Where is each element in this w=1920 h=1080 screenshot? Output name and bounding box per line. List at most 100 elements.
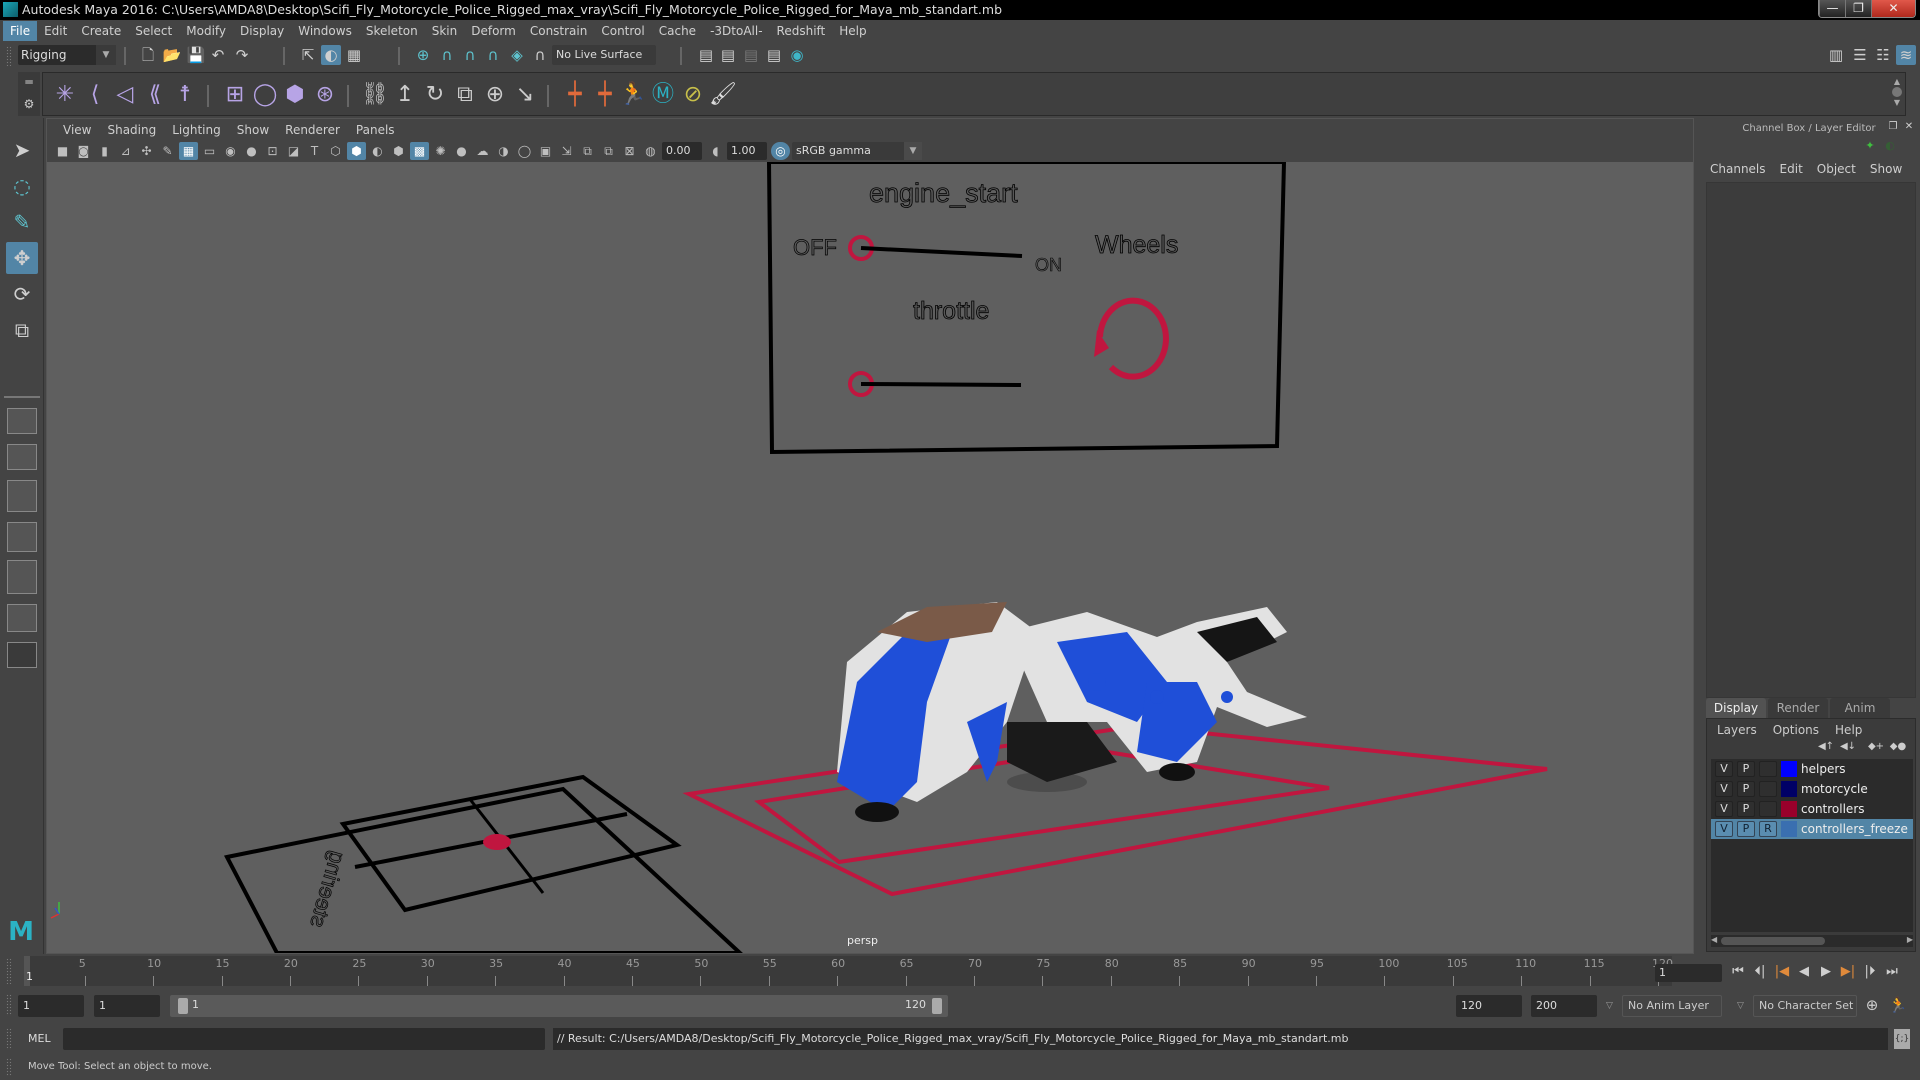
sync-icon[interactable]: ◐: [1882, 138, 1898, 154]
attribute-editor-icon[interactable]: ☰: [1850, 45, 1870, 65]
safe-title-icon[interactable]: T: [305, 142, 324, 160]
camera-attributes-icon[interactable]: ◙: [74, 142, 93, 160]
live-surface-field[interactable]: No Live Surface: [552, 45, 656, 65]
float-panel-icon[interactable]: ❐: [1886, 120, 1900, 134]
xray-components-icon[interactable]: ⊠: [620, 142, 639, 160]
axis-toggle-icon[interactable]: ✦: [1862, 138, 1878, 154]
resolution-gate-icon[interactable]: ◉: [221, 142, 240, 160]
3d-scene-view[interactable]: engine_start OFF ON throttle Wheels stee…: [47, 162, 1693, 953]
aim-constraint-icon[interactable]: ⊕: [481, 81, 509, 109]
cb-menu-object[interactable]: Object: [1817, 162, 1856, 176]
ik-handle-icon[interactable]: ⟪: [141, 81, 169, 109]
panel-menu-show[interactable]: Show: [229, 123, 277, 137]
isolate-select-icon[interactable]: ⇲: [557, 142, 576, 160]
step-forward-frame-button[interactable]: |⏵: [1859, 962, 1881, 982]
animation-start-field[interactable]: 1: [18, 995, 84, 1017]
select-camera-icon[interactable]: ■: [53, 142, 72, 160]
parent-constraint-icon[interactable]: ⛓: [361, 81, 389, 109]
gamma-icon[interactable]: ◖: [706, 142, 725, 160]
panel-menu-lighting[interactable]: Lighting: [164, 123, 229, 137]
hypershade-icon[interactable]: ◉: [787, 45, 807, 65]
layer-menu-layers[interactable]: Layers: [1717, 723, 1757, 737]
move-layer-down-icon[interactable]: ◀↓: [1839, 739, 1857, 755]
gate-mask-icon[interactable]: ●: [242, 142, 261, 160]
go-to-start-button[interactable]: ⏮: [1727, 962, 1749, 982]
snap-point-icon[interactable]: ∩: [460, 45, 480, 65]
chevron-down-icon[interactable]: ▽: [1737, 1001, 1744, 1011]
panel-menu-view[interactable]: View: [55, 123, 99, 137]
persp-graph-layout-button[interactable]: [7, 522, 37, 552]
step-back-frame-button[interactable]: ⏴|: [1749, 962, 1771, 982]
arrow-right-icon[interactable]: ▶: [1907, 935, 1913, 944]
safe-action-icon[interactable]: ◪: [284, 142, 303, 160]
play-forwards-button[interactable]: ▶: [1815, 962, 1837, 982]
menu-windows[interactable]: Windows: [291, 21, 359, 41]
quick-rig-icon[interactable]: ☨: [171, 81, 199, 109]
shadows-icon[interactable]: ●: [452, 142, 471, 160]
layer-visibility-toggle[interactable]: V: [1715, 761, 1733, 777]
menu-select[interactable]: Select: [128, 21, 179, 41]
range-slider-grip[interactable]: [6, 994, 12, 1016]
layer-color-swatch[interactable]: [1781, 761, 1797, 777]
time-slider[interactable]: 1 5 10 15 20 25 30 35 40 45 50 55 60 65 70 75 80 85 90 95 1…: [24, 956, 1673, 986]
step-back-key-button[interactable]: |◀: [1771, 962, 1793, 982]
xray-icon[interactable]: ⧉: [578, 142, 597, 160]
wireframe-on-shaded-icon[interactable]: ⬢: [389, 142, 408, 160]
command-line-input[interactable]: [63, 1028, 545, 1050]
step-forward-key-button[interactable]: ▶|: [1837, 962, 1859, 982]
layer-row[interactable]: V P controllers: [1711, 799, 1913, 819]
menu-skeleton[interactable]: Skeleton: [359, 21, 425, 41]
view-transform-dropdown[interactable]: sRGB gamma ▼: [792, 142, 922, 160]
modeling-toolkit-icon[interactable]: ▥: [1826, 45, 1846, 65]
render-settings-icon[interactable]: ▤: [764, 45, 784, 65]
status-line-grip[interactable]: [6, 46, 12, 66]
layer-playback-toggle[interactable]: P: [1737, 821, 1755, 837]
display-layer-off-icon[interactable]: ⊘: [679, 81, 707, 109]
gamma-field[interactable]: 1.00: [727, 142, 767, 160]
grease-pencil-icon[interactable]: ✎: [158, 142, 177, 160]
scale-constraint-icon[interactable]: ⧉: [451, 81, 479, 109]
layer-color-swatch[interactable]: [1781, 801, 1797, 817]
create-joints-icon[interactable]: ✳: [51, 81, 79, 109]
four-view-layout-button[interactable]: [7, 444, 37, 470]
layer-display-type-toggle[interactable]: R: [1759, 821, 1777, 837]
insert-joint-icon[interactable]: ⟨: [81, 81, 109, 109]
hik-icon[interactable]: 🏃: [619, 81, 647, 109]
textured-icon[interactable]: ▩: [410, 142, 429, 160]
depth-of-field-icon[interactable]: ▣: [536, 142, 555, 160]
layer-playback-toggle[interactable]: P: [1737, 781, 1755, 797]
new-scene-icon[interactable]: 🗋: [138, 45, 158, 65]
render-current-icon[interactable]: ▤: [718, 45, 738, 65]
close-panel-icon[interactable]: ✕: [1902, 120, 1916, 134]
animation-end-field[interactable]: 200: [1531, 995, 1597, 1017]
new-empty-layer-icon[interactable]: ◆+: [1867, 739, 1885, 755]
grid-icon[interactable]: ▦: [179, 142, 198, 160]
set-key-icon[interactable]: ┿: [561, 81, 589, 109]
make-live-icon[interactable]: ∩: [530, 45, 550, 65]
menu-skin[interactable]: Skin: [425, 21, 465, 41]
layer-menu-options[interactable]: Options: [1773, 723, 1819, 737]
shelf-scrollbar[interactable]: ▲ ▼: [1891, 77, 1903, 113]
range-slider[interactable]: 1 120: [170, 995, 948, 1017]
menu-help[interactable]: Help: [832, 21, 873, 41]
anti-aliasing-icon[interactable]: ◯: [515, 142, 534, 160]
snap-projected-center-icon[interactable]: ∩: [483, 45, 503, 65]
go-to-end-button[interactable]: ⏭: [1881, 962, 1903, 982]
cb-menu-edit[interactable]: Edit: [1780, 162, 1803, 176]
character-set-dropdown[interactable]: No Character Set: [1753, 995, 1857, 1017]
minimize-button[interactable]: —: [1819, 0, 1845, 17]
xray-joints-icon[interactable]: ⧉: [599, 142, 618, 160]
range-start-handle[interactable]: [178, 998, 188, 1014]
script-editor-button[interactable]: {;}: [1894, 1029, 1910, 1049]
panel-menu-panels[interactable]: Panels: [348, 123, 403, 137]
redo-icon[interactable]: ↷: [232, 45, 252, 65]
rotate-tool-icon[interactable]: ⟳: [6, 278, 38, 310]
new-layer-selected-icon[interactable]: ◆●: [1889, 739, 1907, 755]
tab-render[interactable]: Render: [1768, 698, 1828, 718]
layer-visibility-toggle[interactable]: V: [1715, 801, 1733, 817]
menu-redshift[interactable]: Redshift: [770, 21, 833, 41]
menu-display[interactable]: Display: [233, 21, 291, 41]
range-end-handle[interactable]: [932, 998, 942, 1014]
image-plane-icon[interactable]: ⊿: [116, 142, 135, 160]
scroll-thumb[interactable]: [1721, 937, 1825, 945]
